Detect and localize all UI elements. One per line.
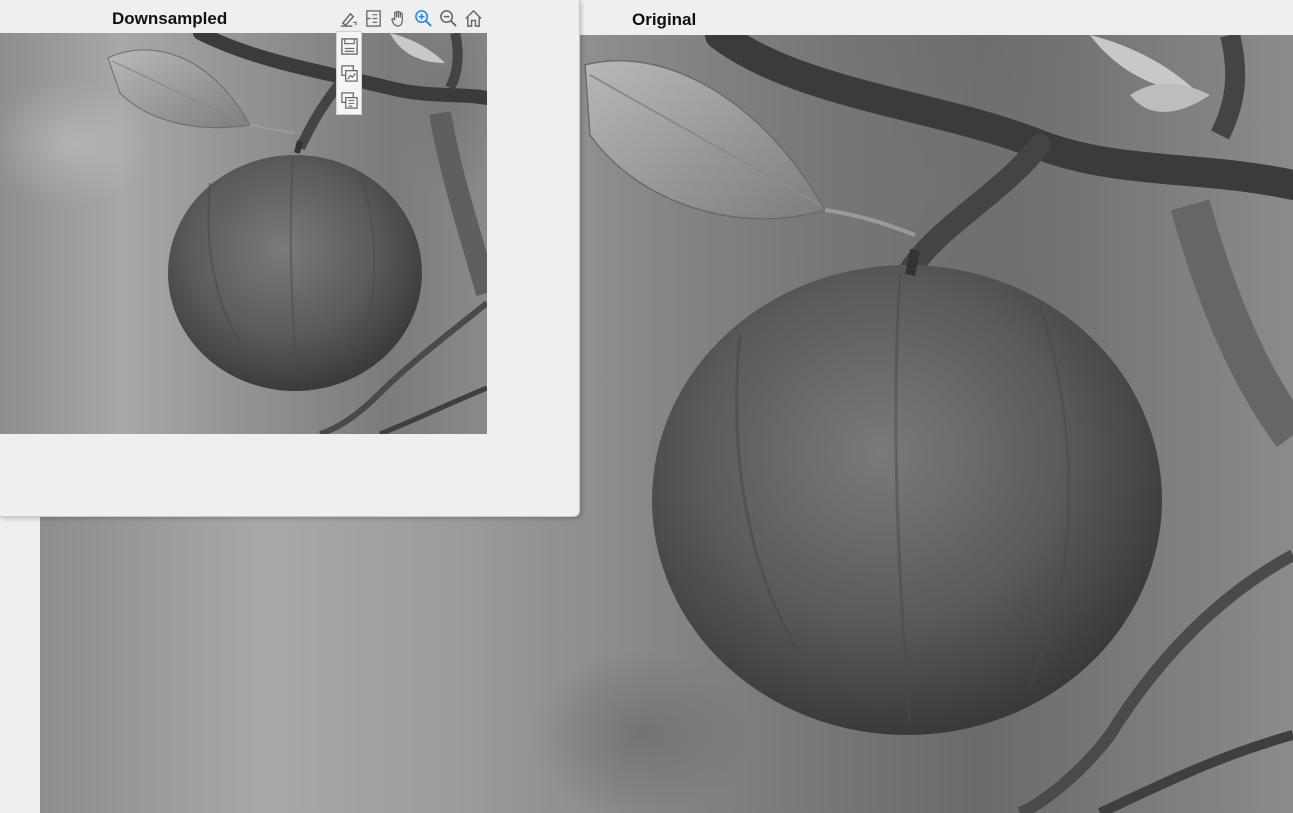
pan-button[interactable]: [387, 7, 409, 29]
home-icon: [464, 9, 482, 27]
downsampled-figure-window: Downsampled: [0, 0, 580, 517]
copy-vector-button[interactable]: [338, 89, 360, 111]
save-button[interactable]: [338, 35, 360, 57]
pan-hand-icon: [390, 10, 403, 27]
save-icon: [340, 37, 358, 55]
brush-button[interactable]: [337, 7, 359, 29]
datatip-icon: [365, 9, 381, 27]
downsampled-title: Downsampled: [112, 9, 228, 28]
zoom-out-icon: [439, 9, 457, 27]
zoom-out-button[interactable]: [437, 7, 459, 29]
downsampled-apple-photo: [107, 33, 487, 434]
brush-icon: [340, 12, 357, 27]
copy-image-button[interactable]: [338, 62, 360, 84]
zoom-in-button[interactable]: [412, 7, 434, 29]
axes-toolbar: [337, 7, 484, 29]
copy-vector-icon: [340, 91, 358, 109]
export-menu: [336, 31, 362, 115]
zoom-in-icon: [414, 9, 432, 27]
downsampled-image[interactable]: [0, 33, 487, 434]
datatip-button[interactable]: [362, 7, 384, 29]
copy-image-icon: [340, 64, 358, 82]
original-title: Original: [632, 10, 697, 29]
home-button[interactable]: [462, 7, 484, 29]
